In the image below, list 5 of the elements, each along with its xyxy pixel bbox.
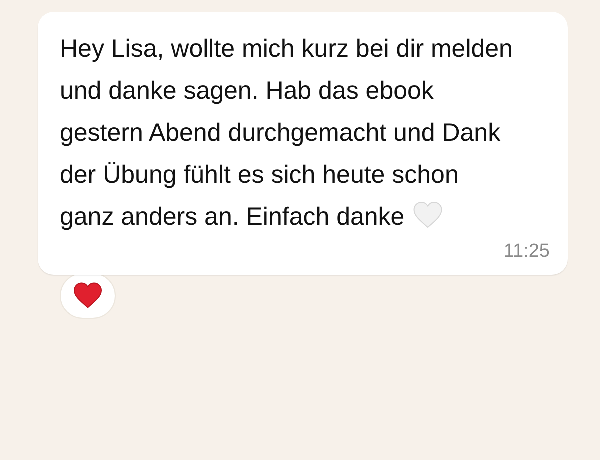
message-time: 11:25 [504, 240, 550, 264]
reaction-badge[interactable] [60, 272, 116, 318]
heart-emoji-icon [412, 201, 443, 229]
heart-icon [73, 282, 103, 309]
message-text: Hey Lisa, wollte mich kurz bei dir melden und danke sagen. Hab das ebook gestern Abend durchgemacht und Dank der Übung fühlt es sich heute schon ganz anders an. Einfach danke [60, 34, 514, 233]
